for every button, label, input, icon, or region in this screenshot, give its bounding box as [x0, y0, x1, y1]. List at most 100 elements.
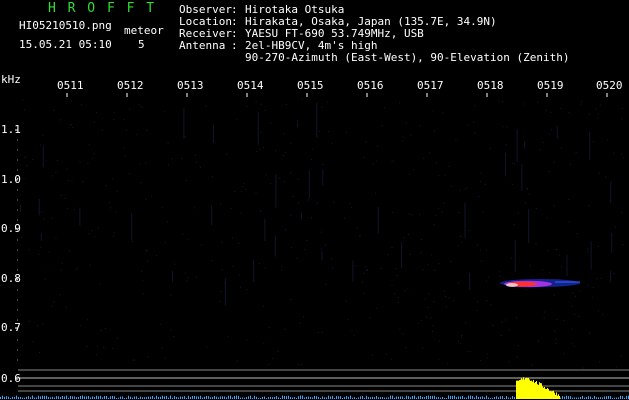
noise-dot	[243, 183, 245, 185]
noise-dot	[613, 152, 615, 154]
noise-dot	[232, 265, 234, 267]
noise-dot	[132, 241, 134, 243]
spectrum-peak-bar	[552, 391, 553, 399]
noise-dot	[351, 330, 353, 332]
spectrum-bar	[210, 397, 211, 399]
noise-dot	[88, 233, 90, 235]
spectrum-bar	[602, 397, 603, 399]
spectrum-bar	[170, 395, 171, 399]
noise-dot	[211, 260, 213, 262]
spectrum-bar	[468, 395, 469, 399]
spectrum-bar	[340, 396, 341, 399]
spectrum-bar	[436, 397, 437, 399]
spectrum-bar	[160, 396, 161, 399]
spectrum-peak-bar	[519, 380, 520, 399]
spectrum-bar	[424, 397, 425, 399]
noise-dot	[485, 280, 487, 282]
noise-dot	[290, 214, 292, 216]
noise-dot	[572, 292, 574, 294]
noise-dot	[597, 245, 599, 247]
noise-dot	[553, 294, 555, 296]
spectrum-bar	[70, 395, 71, 399]
spectrum-bar	[208, 396, 209, 399]
noise-dot	[433, 301, 435, 302]
spectrum-bar	[248, 396, 249, 399]
noise-dot	[573, 314, 575, 315]
noise-dot	[146, 250, 148, 252]
spectrum-bar	[12, 396, 13, 399]
noise-dot	[173, 336, 175, 337]
noise-dot	[187, 277, 189, 279]
noise-dot	[578, 290, 580, 292]
noise-dot	[356, 227, 358, 229]
noise-dot	[39, 351, 40, 353]
spectrum-bar	[82, 395, 83, 399]
noise-dot	[459, 343, 461, 345]
spectrum-peak-bar	[556, 392, 557, 399]
spectrum-bar	[348, 396, 349, 399]
spectrum-bar	[98, 396, 99, 399]
noise-dot	[437, 207, 439, 209]
noise-dot	[260, 103, 262, 105]
noise-dot	[554, 330, 556, 332]
noise-dot	[185, 272, 186, 274]
spectrum-bar	[494, 397, 495, 399]
noise-dot	[461, 336, 462, 338]
noise-dot	[308, 199, 309, 201]
noise-streak	[275, 174, 277, 208]
noise-dot	[438, 359, 440, 361]
noise-dot	[394, 292, 396, 294]
spectrum-bar	[126, 397, 127, 399]
noise-dot	[587, 251, 589, 253]
spectrum-bar	[418, 396, 419, 399]
noise-streak	[183, 108, 185, 139]
noise-dot	[489, 148, 491, 150]
x-tick-label: 0519	[537, 79, 564, 92]
noise-dot	[156, 254, 158, 256]
noise-dot	[347, 319, 349, 321]
spectrum-peak-bar	[522, 379, 523, 399]
noise-dot	[145, 198, 147, 200]
noise-dot	[439, 340, 441, 342]
noise-dot	[621, 118, 623, 120]
noise-dot	[600, 104, 602, 106]
spectrum-bar	[322, 396, 323, 399]
noise-dot	[40, 144, 42, 146]
noise-dot	[504, 319, 506, 321]
spectrum-bar	[152, 396, 153, 399]
colon-4: :	[231, 39, 238, 52]
noise-dot	[324, 244, 326, 246]
noise-dot	[321, 248, 322, 250]
noise-dot	[227, 336, 229, 338]
y-tick-label: 1.1	[1, 123, 21, 136]
spectrum-bar	[136, 396, 137, 399]
noise-dot	[327, 131, 329, 132]
noise-dot	[436, 162, 437, 164]
noise-dot	[397, 302, 399, 303]
noise-streak	[79, 207, 81, 226]
noise-dot	[596, 278, 598, 280]
noise-dot	[22, 99, 24, 101]
noise-dot	[614, 226, 616, 228]
noise-dot	[38, 253, 40, 255]
spectrum-bar	[46, 395, 47, 399]
spectrum-bar	[186, 397, 187, 399]
spectrum-peak-bar	[516, 380, 517, 399]
spectrum-bar	[290, 397, 291, 399]
spectrum-bar	[140, 396, 141, 399]
spectrum-bar	[362, 396, 363, 399]
noise-dot	[432, 325, 434, 327]
noise-dot	[60, 269, 62, 271]
spectrum-bar	[32, 395, 33, 399]
noise-dot	[299, 322, 301, 324]
spectrum-peak-bar	[532, 381, 533, 399]
noise-dot	[53, 301, 55, 303]
spectrum-bar	[620, 395, 621, 399]
spectrum-bar	[410, 397, 411, 399]
spectrum-bar	[262, 396, 263, 399]
spectrum-bar	[138, 398, 139, 399]
spectrum-peak-bar	[533, 379, 534, 399]
spectrum-bar	[294, 397, 295, 399]
y-tick-label: 0.9	[1, 222, 21, 235]
noise-streak	[590, 241, 592, 270]
